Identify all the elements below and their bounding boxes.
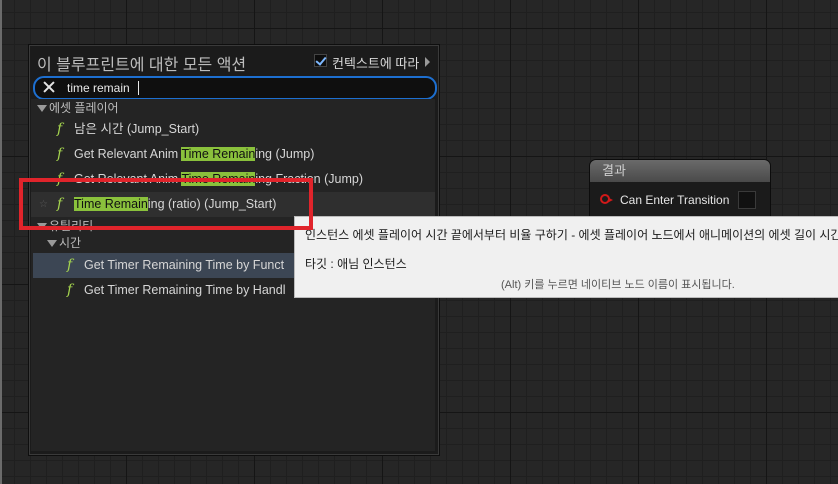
triangle-down-icon[interactable] bbox=[47, 240, 57, 247]
tooltip: 인스턴스 에셋 플레이어 시간 끝에서부터 비율 구하기 - 에셋 플레이어 노… bbox=[294, 216, 838, 298]
menu-title: 이 블루프린트에 대한 모든 액션 bbox=[37, 57, 247, 74]
annotation-highlight-box bbox=[19, 178, 313, 230]
list-item-label: Get Timer Remaining Time by Funct bbox=[84, 258, 285, 272]
chevron-right-icon[interactable] bbox=[425, 57, 430, 67]
context-sensitive-checkbox[interactable] bbox=[314, 54, 327, 67]
can-enter-transition-checkbox[interactable] bbox=[738, 191, 756, 209]
list-item-label: 남은 시간 (Jump_Start) bbox=[74, 122, 200, 136]
search-match-highlight: Time Remain bbox=[181, 147, 256, 161]
close-icon[interactable] bbox=[41, 79, 57, 95]
tooltip-target: 타깃 : 애님 인스턴스 bbox=[305, 257, 407, 271]
exec-pin-icon[interactable] bbox=[600, 194, 613, 204]
context-sensitive-label[interactable]: 컨텍스트에 따라 bbox=[332, 53, 419, 72]
function-icon: f bbox=[67, 257, 73, 273]
list-item[interactable]: f Get Relevant Anim Time Remaining (Jump… bbox=[31, 142, 435, 167]
function-icon: f bbox=[57, 121, 63, 137]
search-input[interactable] bbox=[67, 78, 417, 98]
text-caret bbox=[138, 81, 139, 95]
list-item-label: Get Timer Remaining Time by Handl bbox=[84, 283, 286, 297]
function-icon: f bbox=[67, 282, 73, 298]
triangle-down-icon[interactable] bbox=[37, 105, 47, 112]
list-item[interactable]: f 남은 시간 (Jump_Start) bbox=[31, 117, 435, 142]
search-box[interactable] bbox=[33, 76, 437, 100]
function-icon: f bbox=[57, 146, 63, 162]
list-item-label: Get Relevant Anim Time Remaining (Jump) bbox=[74, 147, 315, 161]
result-pin-label: Can Enter Transition bbox=[620, 193, 730, 207]
tooltip-hint: (Alt) 키를 누르면 네이티브 노드 이름이 표시됩니다. bbox=[501, 279, 735, 291]
result-node-title: 결과 bbox=[590, 160, 770, 182]
viewport-edge bbox=[0, 0, 2, 484]
tooltip-description: 인스턴스 에셋 플레이어 시간 끝에서부터 비율 구하기 - 에셋 플레이어 노… bbox=[305, 228, 838, 242]
